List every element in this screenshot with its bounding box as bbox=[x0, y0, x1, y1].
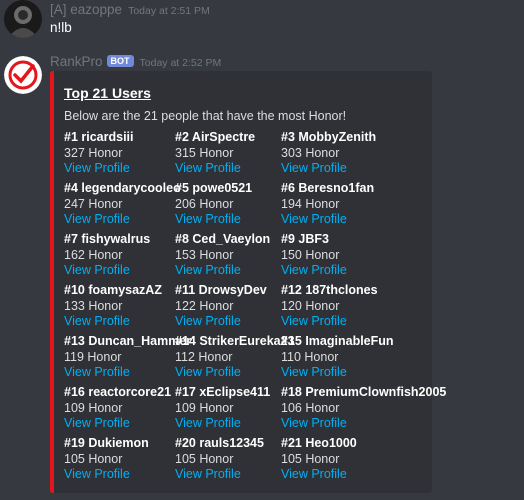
field-name: #14 StrikerEureka23 bbox=[175, 334, 295, 348]
leaderboard-field: #3 MobbyZenith 303 Honor View Profile bbox=[281, 130, 376, 177]
field-value: 303 Honor bbox=[281, 145, 340, 160]
field-name: #12 187thclones bbox=[281, 283, 378, 297]
message-content: n!lb bbox=[50, 20, 72, 35]
view-profile-link[interactable]: View Profile bbox=[64, 314, 162, 330]
leaderboard-field: #14 StrikerEureka23 112 Honor View Profile bbox=[175, 334, 295, 381]
field-name: #21 Heo1000 bbox=[281, 436, 357, 450]
field-name: #1 ricardsiii bbox=[64, 130, 134, 144]
leaderboard-field: #8 Ced_Vaeylon 153 Honor View Profile bbox=[175, 232, 270, 279]
view-profile-link[interactable]: View Profile bbox=[64, 365, 191, 381]
embed-description: Below are the 21 people that have the mo… bbox=[64, 109, 347, 123]
leaderboard-field: #19 Dukiemon 105 Honor View Profile bbox=[64, 436, 149, 483]
view-profile-link[interactable]: View Profile bbox=[281, 161, 376, 177]
field-name: #17 xEclipse411 bbox=[175, 385, 271, 399]
leaderboard-field: #18 PremiumClownfish2005 106 Honor View Pr… bbox=[281, 385, 446, 432]
leaderboard-field: #10 foamysazAZ 133 Honor View Profile bbox=[64, 283, 162, 330]
leaderboard-field: #7 fishywalrus 162 Honor View Profile bbox=[64, 232, 150, 279]
author-name[interactable]: RankPro bbox=[50, 54, 103, 69]
leaderboard-embed: Top 21 Users Below are the 21 people tha… bbox=[50, 71, 446, 493]
view-profile-link[interactable]: View Profile bbox=[64, 161, 134, 177]
view-profile-link[interactable]: View Profile bbox=[64, 416, 171, 432]
field-name: #16 reactorcore21 bbox=[64, 385, 172, 399]
embed-title[interactable]: Top 21 Users bbox=[64, 85, 151, 101]
view-profile-link[interactable]: View Profile bbox=[175, 212, 252, 228]
field-value: 162 Honor bbox=[64, 247, 123, 262]
field-value: 112 Honor bbox=[175, 349, 233, 364]
leaderboard-field: #15 ImaginableFun 110 Honor View Profile bbox=[281, 334, 394, 381]
bot-tag: BOT bbox=[106, 55, 134, 67]
field-name: #10 foamysazAZ bbox=[64, 283, 162, 297]
timestamp: Today at 2:51 PM bbox=[128, 5, 210, 17]
view-profile-link[interactable]: View Profile bbox=[64, 263, 150, 279]
view-profile-link[interactable]: View Profile bbox=[281, 263, 347, 279]
field-name: #19 Dukiemon bbox=[64, 436, 149, 450]
field-value: 109 Honor bbox=[175, 400, 234, 415]
view-profile-link[interactable]: View Profile bbox=[175, 416, 270, 432]
field-name: #11 DrowsyDev bbox=[175, 283, 267, 297]
view-profile-link[interactable]: View Profile bbox=[175, 161, 255, 177]
rankpro-logo-icon bbox=[4, 56, 42, 94]
leaderboard-field: #12 187thclones 120 Honor View Profile bbox=[281, 283, 378, 330]
leaderboard-field: #5 powe0521 206 Honor View Profile bbox=[175, 181, 252, 228]
leaderboard-field: #9 JBF3 150 Honor View Profile bbox=[281, 232, 347, 279]
field-value: 150 Honor bbox=[281, 247, 340, 262]
view-profile-link[interactable]: View Profile bbox=[64, 467, 149, 483]
avatar-image bbox=[4, 0, 42, 38]
field-value: 110 Honor bbox=[281, 349, 339, 364]
view-profile-link[interactable]: View Profile bbox=[175, 365, 295, 381]
field-name: #5 powe0521 bbox=[175, 181, 253, 195]
leaderboard-field: #21 Heo1000 105 Honor View Profile bbox=[281, 436, 357, 483]
field-name: #2 AirSpectre bbox=[175, 130, 256, 144]
leaderboard-field: #16 reactorcore21 109 Honor View Profile bbox=[64, 385, 171, 432]
field-value: 194 Honor bbox=[281, 196, 340, 211]
leaderboard-field: #6 Beresno1fan 194 Honor View Profile bbox=[281, 181, 374, 228]
field-value: 153 Honor bbox=[175, 247, 234, 262]
user-avatar[interactable] bbox=[4, 0, 42, 38]
field-name: #18 PremiumClownfish2005 bbox=[281, 385, 447, 399]
leaderboard-field: #11 DrowsyDev 122 Honor View Profile bbox=[175, 283, 267, 330]
field-name: #9 JBF3 bbox=[281, 232, 329, 246]
leaderboard-field: #17 xEclipse411 109 Honor View Profile bbox=[175, 385, 270, 432]
author-name[interactable]: [A] eazoppe bbox=[50, 2, 122, 17]
view-profile-link[interactable]: View Profile bbox=[64, 212, 181, 228]
view-profile-link[interactable]: View Profile bbox=[175, 314, 267, 330]
field-name: #20 rauls12345 bbox=[175, 436, 264, 450]
field-name: #7 fishywalrus bbox=[64, 232, 151, 246]
view-profile-link[interactable]: View Profile bbox=[281, 467, 357, 483]
field-value: 105 Honor bbox=[175, 451, 234, 466]
field-value: 105 Honor bbox=[281, 451, 340, 466]
field-name: #8 Ced_Vaeylon bbox=[175, 232, 271, 246]
field-value: 315 Honor bbox=[175, 145, 234, 160]
view-profile-link[interactable]: View Profile bbox=[281, 416, 446, 432]
field-name: #13 Duncan_Hammer bbox=[64, 334, 192, 348]
timestamp: Today at 2:52 PM bbox=[139, 57, 222, 69]
field-value: 122 Honor bbox=[175, 298, 234, 313]
bot-avatar[interactable] bbox=[4, 56, 42, 94]
field-value: 133 Honor bbox=[64, 298, 123, 313]
view-profile-link[interactable]: View Profile bbox=[281, 314, 378, 330]
field-value: 119 Honor bbox=[64, 349, 122, 364]
view-profile-link[interactable]: View Profile bbox=[175, 263, 270, 279]
field-value: 206 Honor bbox=[175, 196, 234, 211]
field-value: 109 Honor bbox=[64, 400, 123, 415]
view-profile-link[interactable]: View Profile bbox=[281, 365, 394, 381]
leaderboard-field: #20 rauls12345 105 Honor View Profile bbox=[175, 436, 264, 483]
field-value: 120 Honor bbox=[281, 298, 340, 313]
view-profile-link[interactable]: View Profile bbox=[281, 212, 374, 228]
field-name: #3 MobbyZenith bbox=[281, 130, 377, 144]
view-profile-link[interactable]: View Profile bbox=[175, 467, 264, 483]
field-name: #4 legendarycooleo bbox=[64, 181, 181, 195]
message-author-line: [A] eazoppe Today at 2:51 PM bbox=[50, 2, 210, 17]
leaderboard-field: #2 AirSpectre 315 Honor View Profile bbox=[175, 130, 255, 177]
field-value: 106 Honor bbox=[281, 400, 340, 415]
leaderboard-field: #13 Duncan_Hammer 119 Honor View Profile bbox=[64, 334, 191, 381]
field-value: 327 Honor bbox=[64, 145, 123, 160]
leaderboard-field: #4 legendarycooleo 247 Honor View Profile bbox=[64, 181, 181, 228]
leaderboard-field: #1 ricardsiii 327 Honor View Profile bbox=[64, 130, 134, 177]
field-value: 105 Honor bbox=[64, 451, 123, 466]
message-author-line: RankPro BOT Today at 2:52 PM bbox=[50, 54, 221, 69]
field-name: #15 ImaginableFun bbox=[281, 334, 394, 348]
field-value: 247 Honor bbox=[64, 196, 123, 211]
field-name: #6 Beresno1fan bbox=[281, 181, 375, 195]
